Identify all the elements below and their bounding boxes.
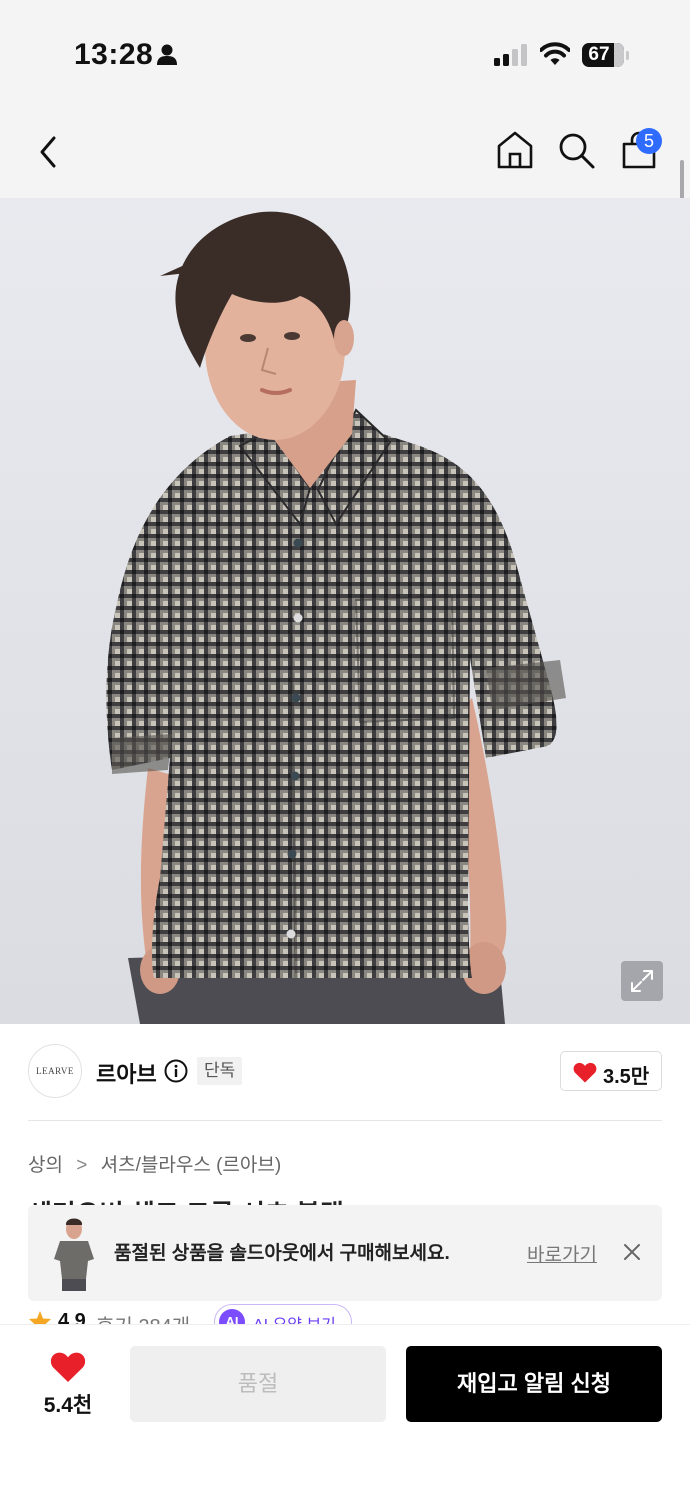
search-icon[interactable] <box>558 132 596 170</box>
breadcrumb: 상의 > 셔츠/블라우스 (르아브) <box>28 1150 281 1177</box>
bottom-action-bar: 5.4천 품절 재입고 알림 신청 <box>0 1324 690 1500</box>
toast-message: 품절된 상품을 솔드아웃에서 구매해보세요. <box>114 1243 450 1264</box>
divider <box>28 1120 662 1121</box>
brand-like-count: 3.5만 <box>603 1066 650 1088</box>
status-time: 13:28 <box>74 38 154 71</box>
cart-count-badge: 5 <box>636 128 662 154</box>
home-icon[interactable] <box>496 130 534 170</box>
brand-name[interactable]: 르아브 <box>96 1057 157 1089</box>
breadcrumb-subcategory[interactable]: 셔츠/블라우스 (르아브) <box>101 1155 282 1176</box>
heart-icon[interactable] <box>50 1351 86 1383</box>
status-bar: 13:28 67 <box>0 0 690 110</box>
breadcrumb-category[interactable]: 상의 <box>28 1155 63 1176</box>
battery-tip <box>626 51 629 60</box>
person-icon <box>157 44 177 65</box>
ai-badge: AI <box>219 1309 245 1324</box>
ai-summary-chip[interactable]: AI AI 요약 보기 <box>214 1304 352 1324</box>
heart-icon <box>573 1062 597 1083</box>
soldout-toast: 품절된 상품을 솔드아웃에서 구매해보세요. 바로가기 <box>28 1205 662 1301</box>
top-navigation <box>0 110 690 198</box>
signal-icon <box>494 44 527 66</box>
star-icon <box>29 1311 51 1324</box>
battery-indicator: 67 <box>582 43 624 67</box>
toast-shortcut-link[interactable]: 바로가기 <box>527 1240 597 1267</box>
ai-summary-label: AI 요약 보기 <box>253 1311 336 1324</box>
soldout-button[interactable]: 품절 <box>130 1346 386 1422</box>
rating-score: 4.9 <box>58 1310 86 1324</box>
info-icon[interactable] <box>164 1059 188 1083</box>
expand-image-button[interactable] <box>621 961 663 1001</box>
toast-thumbnail <box>46 1215 102 1291</box>
close-icon[interactable] <box>622 1242 642 1262</box>
rating-row: 4.9 후기 284개 AI AI 요약 보기 <box>28 1304 662 1324</box>
restock-alert-button[interactable]: 재입고 알림 신청 <box>406 1346 662 1422</box>
brand-row: LEARVE 르아브 단독 3.5만 <box>28 1044 662 1100</box>
exclusive-badge: 단독 <box>197 1057 243 1085</box>
product-image[interactable] <box>0 198 690 1024</box>
brand-like-button[interactable]: 3.5만 <box>560 1051 662 1091</box>
breadcrumb-separator: > <box>76 1155 88 1176</box>
battery-level: 67 <box>588 44 610 65</box>
brand-logo[interactable]: LEARVE <box>28 1044 82 1098</box>
back-icon[interactable] <box>34 132 62 172</box>
product-photo <box>0 198 690 1024</box>
wifi-icon <box>540 42 570 65</box>
review-count[interactable]: 후기 284개 <box>96 1310 190 1324</box>
expand-icon <box>631 970 653 992</box>
wish-count: 5.4천 <box>43 1394 93 1417</box>
